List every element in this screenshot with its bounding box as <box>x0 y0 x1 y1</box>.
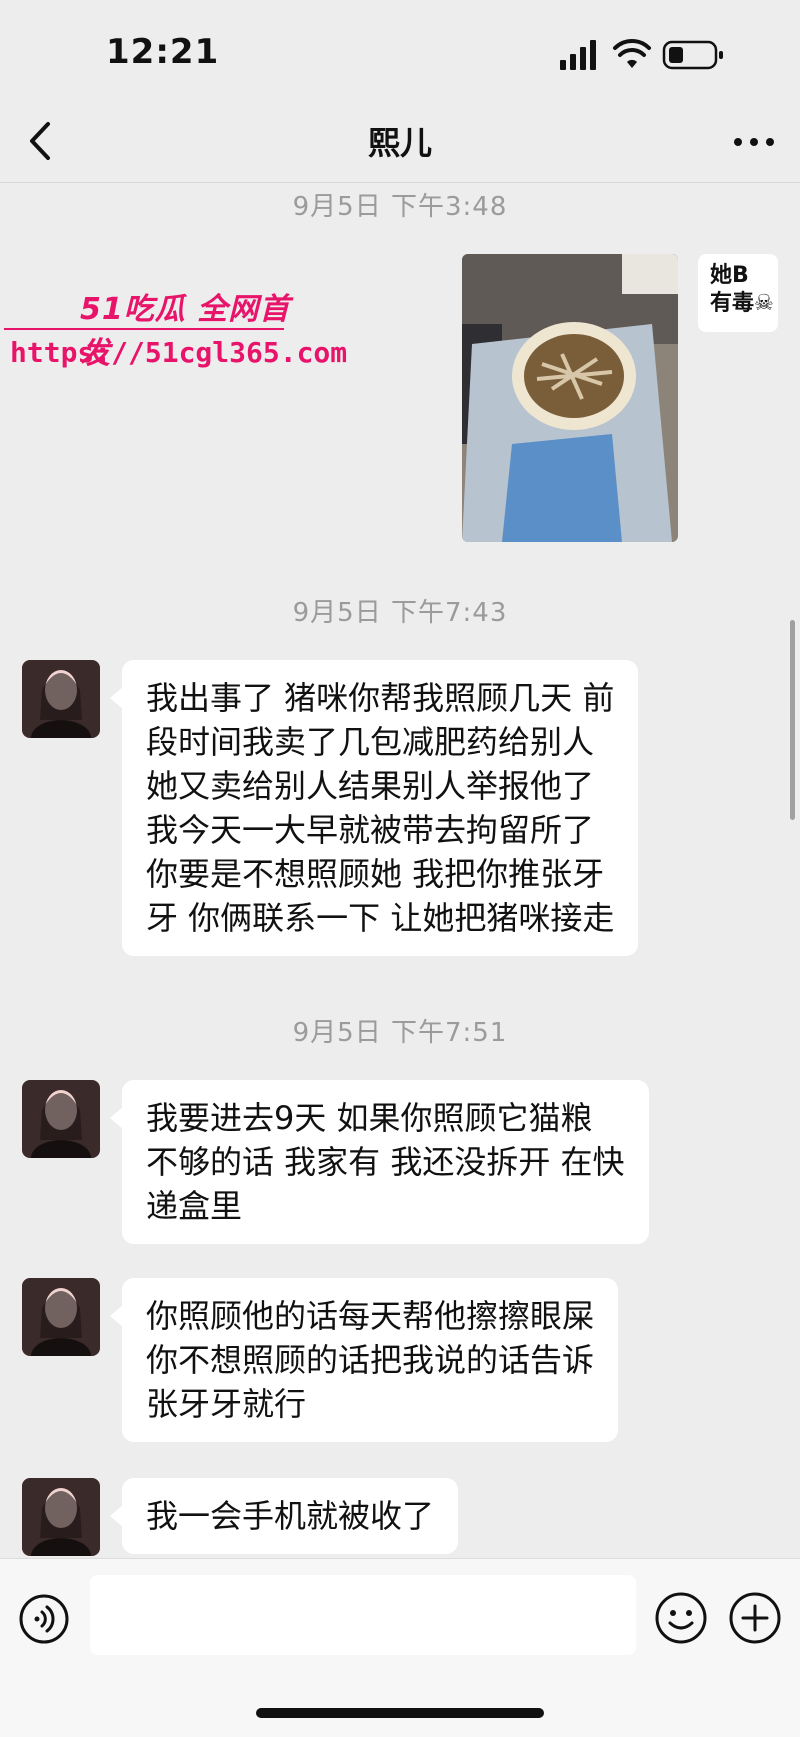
plus-button[interactable] <box>728 1591 782 1645</box>
message-input[interactable] <box>90 1575 636 1655</box>
message-bubble[interactable]: 你照顾他的话每天帮他擦擦眼屎 你不想照顾的话把我说的话告诉 张牙牙就行 <box>109 1278 619 1442</box>
emoji-icon <box>655 1592 707 1644</box>
emoji-button[interactable] <box>654 1591 708 1645</box>
image-message[interactable] <box>462 254 678 542</box>
battery-icon <box>662 40 723 70</box>
more-icon <box>734 138 774 146</box>
message-bubble[interactable]: 我要进去9天 如果你照顾它猫粮 不够的话 我家有 我还没拆开 在快 递盒里 <box>110 1080 649 1244</box>
watermark: 51吃瓜 全网首发 https://51cgl365.com <box>0 280 347 380</box>
status-time: 12:21 <box>106 32 220 72</box>
nav-bar: 熙儿 <box>0 100 800 183</box>
voice-button[interactable] <box>18 1593 70 1645</box>
contact-avatar[interactable] <box>22 1080 100 1158</box>
cat-food-photo <box>462 254 678 542</box>
self-avatar-text-line1: 她B <box>710 263 749 288</box>
home-indicator[interactable] <box>256 1708 544 1718</box>
wifi-icon <box>613 38 651 68</box>
self-avatar-text-line2: 有毒☠ <box>710 291 774 316</box>
chat-title: 熙儿 <box>367 124 432 162</box>
watermark-url: https://51cgl365.com <box>10 336 348 369</box>
timestamp: 9月5日 下午7:43 <box>292 598 508 628</box>
scrollbar[interactable] <box>790 620 795 820</box>
self-avatar[interactable]: 她B 有毒☠ <box>698 254 778 332</box>
message-bubble[interactable]: 我一会手机就被收了 <box>109 1478 459 1554</box>
status-bar: 12:21 <box>0 0 800 100</box>
voice-icon <box>19 1594 69 1644</box>
status-icons <box>560 38 730 72</box>
signal-icon <box>560 40 596 70</box>
plus-icon <box>729 1592 781 1644</box>
message-bubble[interactable]: 我出事了 猪咪你帮我照顾几天 前 段时间我卖了几包减肥药给别人 她又卖给别人结果… <box>109 660 639 956</box>
contact-avatar[interactable] <box>22 1278 100 1356</box>
watermark-divider <box>4 328 284 330</box>
contact-avatar[interactable] <box>22 1478 100 1556</box>
timestamp: 9月5日 下午7:51 <box>292 1018 508 1048</box>
contact-avatar[interactable] <box>22 660 100 738</box>
more-options-button[interactable] <box>724 118 784 164</box>
timestamp: 9月5日 下午3:48 <box>292 192 508 222</box>
